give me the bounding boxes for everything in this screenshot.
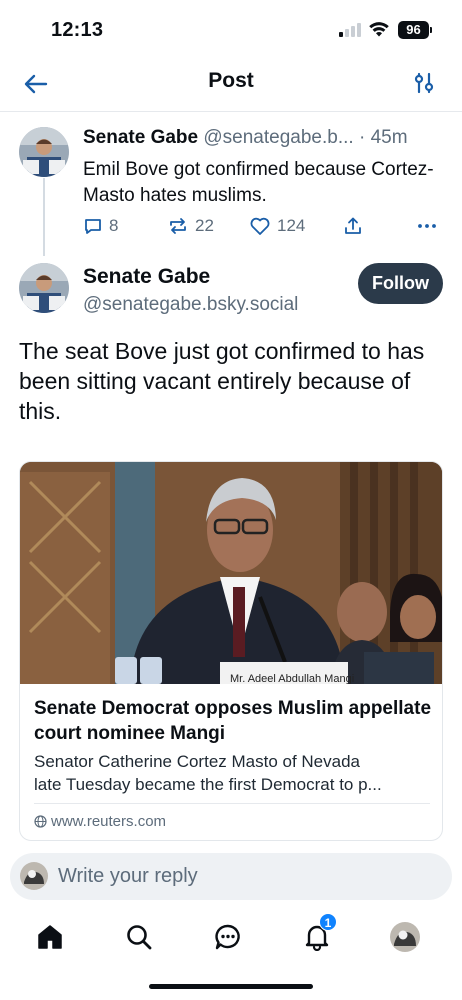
- author-handle[interactable]: @senategabe.bsky.social: [83, 294, 298, 316]
- sliders-icon[interactable]: [412, 71, 436, 95]
- time-separator: ·: [358, 127, 366, 148]
- share-icon: [345, 217, 361, 234]
- link-card-description: Senator Catherine Cortez Masto of Nevada…: [34, 750, 432, 796]
- my-avatar: [20, 862, 48, 890]
- profile-avatar: [390, 922, 420, 952]
- more-icon: [418, 224, 436, 228]
- tab-search[interactable]: [122, 920, 156, 954]
- reply-composer[interactable]: Write your reply: [10, 853, 452, 900]
- nav-bar: Post: [0, 56, 462, 112]
- article-thumbnail: Mr. Adeel Abdullah Mangi: [20, 462, 442, 684]
- link-card-title[interactable]: Senate Democrat opposes Muslim appellate…: [34, 696, 434, 746]
- tab-profile[interactable]: [390, 922, 420, 952]
- avatar[interactable]: [19, 127, 69, 177]
- chat-icon: [215, 924, 240, 950]
- nameplate-text: Mr. Adeel Abdullah Mangi: [230, 673, 354, 684]
- heart-icon: [250, 217, 270, 235]
- tab-notifications[interactable]: 1: [300, 913, 337, 954]
- divider: [34, 803, 430, 804]
- cellular-signal-icon: [339, 23, 361, 37]
- home-indicator: [149, 984, 313, 989]
- link-card[interactable]: Mr. Adeel Abdullah Mangi Senate Democrat…: [19, 461, 443, 841]
- author-name[interactable]: Senate Gabe: [83, 265, 210, 289]
- battery-indicator: 96: [398, 21, 432, 39]
- bottom-tab-bar: 1: [0, 908, 462, 968]
- description-line: late Tuesday became the first Democrat t…: [34, 775, 382, 794]
- author-name[interactable]: Senate Gabe: [83, 127, 198, 148]
- avatar[interactable]: [19, 263, 69, 313]
- reply-icon: [85, 219, 101, 234]
- author-handle[interactable]: @senategabe.b...: [203, 127, 353, 148]
- page-title: Post: [208, 69, 254, 92]
- status-time: 12:13: [51, 19, 104, 41]
- post-text: The seat Bove just got confirmed to has …: [19, 338, 425, 424]
- repost-button[interactable]: 22: [167, 216, 214, 236]
- more-options-button[interactable]: [417, 216, 443, 236]
- status-bar: 12:13 96: [0, 0, 462, 56]
- wifi-icon: [369, 22, 389, 37]
- post-time: 45m: [370, 127, 408, 148]
- post-actions: 8 22 124: [83, 216, 443, 240]
- share-button[interactable]: [343, 216, 369, 236]
- globe-icon: [34, 815, 47, 828]
- reply-count: 8: [109, 216, 119, 235]
- like-button[interactable]: 124: [249, 216, 305, 236]
- reply-placeholder[interactable]: Write your reply: [58, 865, 198, 888]
- thread-line: [43, 178, 45, 256]
- tab-home[interactable]: [33, 920, 67, 954]
- link-domain: www.reuters.com: [34, 813, 166, 830]
- notification-badge: 1: [319, 913, 337, 931]
- post-text: Emil Bove got confirmed because Cortez-M…: [83, 159, 434, 206]
- tab-chat[interactable]: [211, 920, 245, 954]
- reply-button[interactable]: 8: [83, 216, 118, 236]
- follow-button[interactable]: Follow: [358, 263, 443, 304]
- description-line: Senator Catherine Cortez Masto of Nevada: [34, 752, 361, 771]
- post-header: Senate Gabe @senategabe.b... · 45m: [83, 127, 453, 149]
- domain-text: www.reuters.com: [51, 813, 167, 830]
- repost-icon: [170, 218, 186, 234]
- like-count: 124: [277, 216, 306, 235]
- home-icon: [38, 925, 62, 949]
- search-icon: [127, 925, 152, 950]
- repost-count: 22: [195, 216, 214, 235]
